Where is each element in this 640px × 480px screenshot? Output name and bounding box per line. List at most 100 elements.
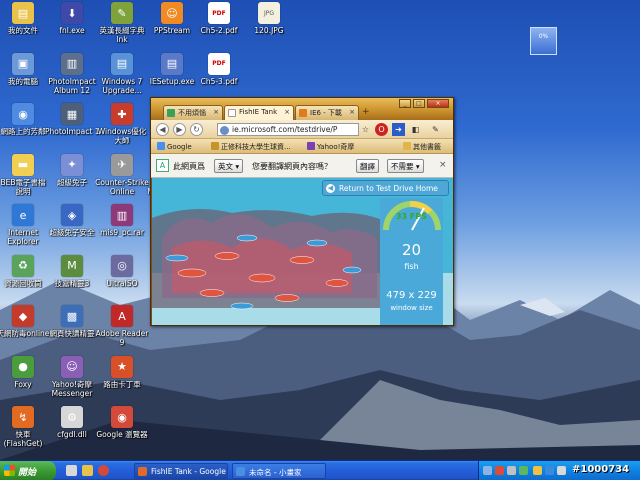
tray-update-icon[interactable]	[545, 466, 554, 475]
close-button[interactable]: ×	[427, 99, 449, 108]
tab-buyong[interactable]: 不用煩惱 ×	[163, 105, 223, 120]
rabbit-icon: ✦	[61, 153, 83, 176]
desktop-icon-my-documents[interactable]: ▤ 我的文件	[0, 2, 50, 35]
close-tab-icon[interactable]: ×	[213, 108, 219, 116]
desktop-icon-photoimpact[interactable]: ▦ PhotoImpact 12	[45, 103, 99, 136]
desktop-icon-recycle[interactable]: ♻ 資源回收筒	[0, 254, 50, 288]
task-fishie-tank[interactable]: FishIE Tank - Google ...	[134, 463, 228, 479]
desktop-icon-adobe-reader[interactable]: A Adobe Reader 9	[95, 305, 149, 347]
desktop-icon-ie[interactable]: e Internet Explorer	[0, 204, 50, 246]
desktop-icon-rabbit-security[interactable]: ◈ 超級兔子安全	[45, 204, 99, 237]
star-icon[interactable]: ☆	[359, 123, 372, 136]
desktop-icon-chrome[interactable]: ◉ Google 瀏覽器	[95, 406, 149, 439]
desktop-icon-label-line2: 9	[119, 338, 125, 347]
navigation-bar: ◀ ▶ ↻ ie.microsoft.com/testdrive/P ☆ O ➜…	[151, 120, 453, 139]
download-arrow-icon: ⬇	[61, 2, 83, 24]
new-tab-button[interactable]: +	[362, 107, 370, 117]
folder-icon: ▬	[12, 153, 34, 176]
opera-icon[interactable]: O	[375, 123, 388, 136]
minimize-button[interactable]: _	[399, 99, 411, 108]
desktop-icon-ch5-2[interactable]: PDF Ch5-2.pdf	[192, 2, 246, 35]
share-icon[interactable]: ◧	[409, 123, 422, 136]
task-paint[interactable]: 未命名 - 小畫家	[232, 463, 326, 479]
translate-bar: A 此網頁爲 英文 ▾ 您要翻譯網頁內容嗎？ 翻譯 不需要 ▾ ×	[151, 154, 453, 178]
desktop-icon-cfgdll[interactable]: ⚙ cfgdl.dll	[45, 406, 99, 439]
reload-icon[interactable]: ↻	[190, 123, 203, 136]
desktop-icon-web-reader[interactable]: ▩ 網頁快讀精靈	[45, 305, 99, 338]
desktop-icon-foxy[interactable]: ● Foxy	[0, 355, 50, 389]
desktop-icon-img120[interactable]: JPG 120.JPG	[242, 2, 296, 35]
desktop-icon-kuaiche[interactable]: ↯ 快車 (FlashGet)	[0, 406, 50, 448]
tray-display-icon[interactable]	[557, 466, 566, 475]
desktop-icon-cs[interactable]: ✈ Counter-Strike Online	[95, 153, 149, 196]
bookmark-label: 正修科技大學生球資...	[221, 143, 291, 151]
tray-antivirus-icon[interactable]	[495, 466, 504, 475]
ppstream-icon: ☺	[161, 2, 183, 24]
desktop-icon-ppstream[interactable]: ☺ PPStream	[145, 2, 199, 35]
translate-button[interactable]: 翻譯	[356, 159, 379, 173]
address-bar[interactable]: ie.microsoft.com/testdrive/P	[217, 123, 359, 136]
desktop-icon-ultraiso[interactable]: ◎ UltraISO	[95, 254, 149, 288]
back-icon[interactable]: ◀	[156, 123, 169, 136]
winrar-icon: ▥	[111, 204, 133, 226]
desktop-icon-gadget-sprites[interactable]: M 技嘉精靈3	[45, 254, 99, 288]
fishie-tank-page[interactable]: ◀ Return to Test Drive Home 33 FPS 20 fi…	[152, 178, 453, 325]
folder-quicklaunch-icon[interactable]	[82, 465, 93, 476]
bookmark-yahoo[interactable]: Yahoo!奇摩	[307, 142, 354, 152]
desktop-icon-ch5-3[interactable]: PDF Ch5-3.pdf	[192, 52, 246, 86]
close-tab-icon[interactable]: ×	[349, 108, 355, 116]
desktop-icon-network[interactable]: ◉ 網路上的芳鄰	[0, 103, 50, 136]
tab-ie6-download[interactable]: IE6 - 下載 ×	[295, 105, 359, 120]
tray-volume-icon[interactable]	[533, 466, 542, 475]
folder-icon	[403, 142, 411, 150]
bookmarks-bar: Google 正修科技大學生球資... Yahoo!奇摩 其他書籤	[151, 139, 453, 154]
other-bookmarks[interactable]: 其他書籤	[403, 142, 441, 152]
translate-question: 您要翻譯網頁內容嗎？	[252, 162, 332, 171]
desktop-icon-my-computer[interactable]: ▣ 我的電腦	[0, 52, 50, 86]
photoimpact-icon: ▦	[61, 103, 83, 125]
desktop-icon-fnlexe[interactable]: ⬇ fnl.exe	[45, 2, 99, 35]
desktop-icon-label-line2: lnk	[116, 35, 128, 44]
browser-titlebar[interactable]: 不用煩惱 × FishIE Tank × IE6 - 下載 × + _ □ ×	[151, 98, 453, 120]
desktop-icon-winrar[interactable]: ▥ mis9_pc.rar	[95, 204, 149, 237]
page-info-icon[interactable]	[220, 126, 229, 135]
tray-app-icon[interactable]	[519, 466, 528, 475]
desktop-icon-win-opt[interactable]: ✚ Windows優化 大師	[95, 103, 149, 145]
pdf-file-icon: PDF	[208, 52, 230, 75]
forward-icon[interactable]: ▶	[173, 123, 186, 136]
tray-keyboard-icon[interactable]	[483, 466, 492, 475]
show-desktop-icon[interactable]	[66, 465, 77, 476]
wrench-icon[interactable]: ✎	[429, 123, 442, 136]
desktop-icon-anti-virus[interactable]: ◆ 天網防毒online	[0, 305, 50, 338]
close-tab-icon[interactable]: ×	[284, 108, 290, 116]
bookmark-google[interactable]: Google	[157, 142, 192, 151]
start-label: 開始	[18, 468, 37, 478]
bookmark-school[interactable]: 正修科技大學生球資...	[211, 142, 291, 152]
desktop-icon-ie-setup[interactable]: ▤ IESetup.exe	[145, 52, 199, 86]
return-to-test-drive-button[interactable]: ◀ Return to Test Drive Home	[322, 180, 449, 196]
fish-count[interactable]: 20	[380, 241, 443, 259]
desktop-icon-superrabbit[interactable]: ✦ 超級兔子	[45, 153, 99, 187]
language-select[interactable]: 英文 ▾	[214, 159, 244, 173]
desktop-icon-english-dict[interactable]: ✎ 英漢長綴字典 lnk	[95, 2, 149, 44]
maximize-button[interactable]: □	[413, 99, 425, 108]
desktop-icon-ebook-folder[interactable]: ▬ BEB電子書檔 說明	[0, 153, 50, 196]
cpu-meter-gadget[interactable]: 0%	[530, 27, 557, 55]
tray-network-icon[interactable]	[507, 466, 516, 475]
arrow-icon[interactable]: ➜	[392, 123, 405, 136]
desktop-icon-yahoo-msgr[interactable]: ☺ Yahoo!奇摩 Messenger	[45, 355, 99, 398]
start-button[interactable]: 開始	[0, 461, 56, 480]
no-translate-button[interactable]: 不需要 ▾	[387, 159, 424, 173]
chrome-quicklaunch-icon[interactable]	[98, 465, 109, 476]
desktop-icon-send-mail[interactable]: ★ 路由卡丁車	[95, 355, 149, 389]
browser-window[interactable]: 不用煩惱 × FishIE Tank × IE6 - 下載 × + _ □ × …	[150, 97, 454, 326]
desktop-icon-win7-upgrade[interactable]: ▤ Windows 7 Upgrade...	[95, 52, 149, 95]
desktop-icon-label: Internet	[8, 228, 38, 237]
desktop-icon-label: mis9_pc.rar	[100, 228, 144, 237]
desktop-icon-label: 我的文件	[8, 26, 38, 35]
close-translate-icon[interactable]: ×	[439, 160, 447, 170]
desktop-icon-photoimpact-album[interactable]: ▥ PhotoImpact Album 12	[45, 52, 99, 95]
tab-fishie-tank[interactable]: FishIE Tank ×	[224, 105, 294, 120]
windows-logo-icon	[4, 465, 15, 476]
desktop-icon-label-line2: 說明	[15, 186, 31, 196]
